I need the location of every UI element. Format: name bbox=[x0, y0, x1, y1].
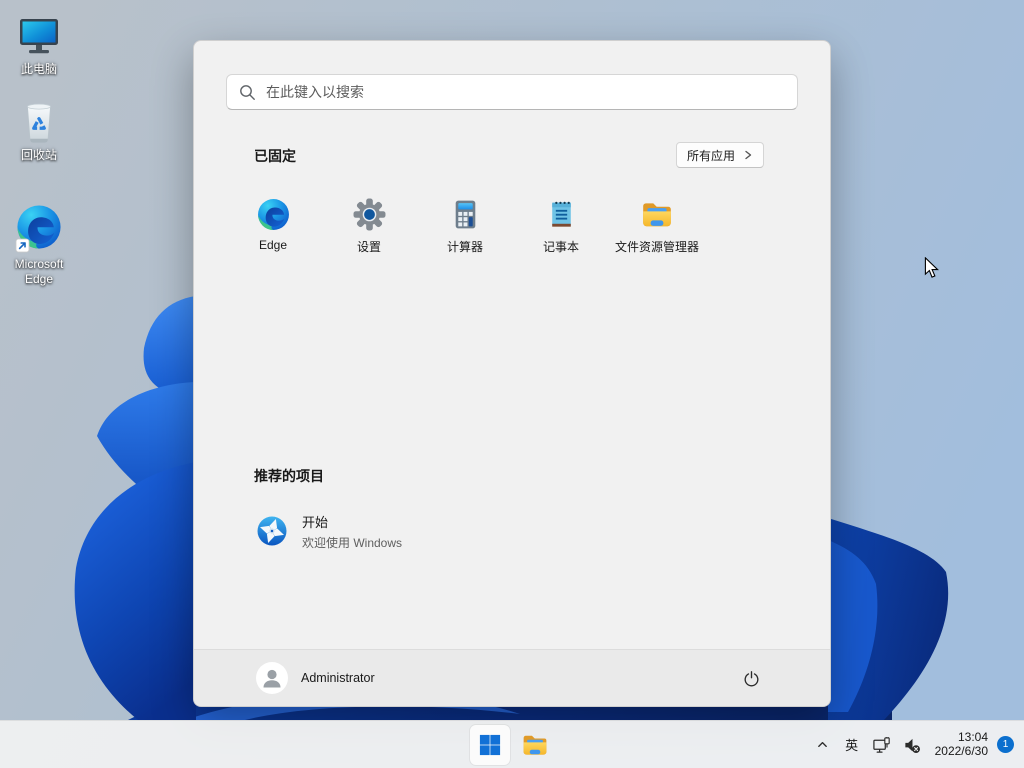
ethernet-icon bbox=[873, 736, 890, 753]
user-account-button[interactable]: Administrator bbox=[256, 662, 375, 694]
ime-label: 英 bbox=[845, 738, 859, 753]
volume-button[interactable] bbox=[897, 725, 927, 765]
recommended-item-title: 开始 bbox=[302, 514, 329, 530]
desktop-icon-label: 此电脑 bbox=[20, 62, 57, 76]
recommended-item-get-started[interactable]: 开始 欢迎使用 Windows bbox=[246, 502, 576, 560]
all-apps-label: 所有应用 bbox=[686, 148, 735, 163]
this-pc-icon bbox=[15, 12, 63, 60]
taskbar: 英 13:04 2022/6/30 1 bbox=[0, 720, 1024, 768]
recycle-bin-icon bbox=[15, 98, 63, 146]
network-button[interactable] bbox=[867, 725, 897, 765]
system-tray: 英 13:04 2022/6/30 1 bbox=[809, 721, 1014, 768]
search-input[interactable] bbox=[266, 84, 785, 100]
pinned-section-title: 已固定 bbox=[254, 148, 296, 164]
folder-icon bbox=[521, 732, 549, 757]
clock-date: 2022/6/30 bbox=[934, 743, 988, 758]
app-label: Edge bbox=[258, 238, 288, 252]
app-label: 设置 bbox=[356, 240, 381, 254]
desktop-icon-label: 回收站 bbox=[20, 148, 57, 162]
app-label: 记事本 bbox=[542, 240, 579, 254]
power-button[interactable] bbox=[734, 661, 768, 695]
app-tile-settings[interactable]: 设置 bbox=[321, 187, 417, 273]
desktop-icon-microsoft-edge[interactable]: Microsoft Edge bbox=[1, 203, 77, 287]
app-tile-calculator[interactable]: 计算器 bbox=[417, 187, 513, 273]
start-menu: 已固定 所有应用 Edge bbox=[193, 40, 831, 707]
calculator-icon bbox=[448, 197, 482, 231]
chevron-up-icon bbox=[818, 741, 827, 748]
tray-expand-button[interactable] bbox=[809, 725, 837, 765]
all-apps-button[interactable]: 所有应用 bbox=[675, 142, 764, 168]
pinned-apps-grid: Edge 设置 计算器 记事本 文件资源管理器 bbox=[225, 187, 705, 273]
edge-icon bbox=[15, 203, 63, 255]
app-tile-notepad[interactable]: 记事本 bbox=[513, 187, 609, 273]
power-icon bbox=[744, 670, 758, 686]
file-explorer-icon bbox=[640, 197, 674, 231]
edge-icon bbox=[256, 197, 290, 231]
start-menu-user-bar: Administrator bbox=[194, 649, 830, 706]
app-tile-file-explorer[interactable]: 文件资源管理器 bbox=[609, 187, 705, 273]
clock-time: 13:04 bbox=[957, 730, 988, 744]
windows-logo-icon bbox=[479, 734, 500, 755]
desktop: 此电脑 回收站 Microsoft Edge 在此键入以搜索 已固定 所有应用 … bbox=[0, 0, 1024, 768]
search-icon bbox=[240, 84, 255, 100]
desktop-icon-this-pc[interactable]: 此电脑 bbox=[1, 12, 77, 77]
notification-badge[interactable]: 1 bbox=[997, 736, 1014, 753]
ime-indicator[interactable]: 英 bbox=[837, 725, 867, 765]
search-box[interactable] bbox=[226, 74, 798, 110]
desktop-icon-recycle-bin[interactable]: 回收站 bbox=[1, 98, 77, 163]
taskbar-file-explorer-button[interactable] bbox=[515, 725, 555, 765]
get-started-icon bbox=[257, 516, 287, 546]
volume-muted-icon bbox=[904, 738, 920, 753]
user-name: Administrator bbox=[301, 671, 375, 685]
settings-gear-icon bbox=[352, 197, 386, 231]
notification-count: 1 bbox=[1002, 739, 1009, 750]
chevron-right-icon bbox=[745, 150, 752, 160]
taskbar-clock[interactable]: 13:04 2022/6/30 bbox=[934, 730, 988, 758]
app-label: 计算器 bbox=[446, 240, 483, 254]
app-label: 文件资源管理器 bbox=[614, 240, 699, 254]
recommended-item-subtitle: 欢迎使用 Windows bbox=[302, 535, 403, 550]
avatar bbox=[256, 662, 288, 694]
app-tile-edge[interactable]: Edge bbox=[225, 187, 321, 273]
notepad-icon bbox=[544, 197, 578, 231]
desktop-icon-label: Microsoft Edge bbox=[14, 257, 64, 286]
start-button[interactable] bbox=[469, 724, 510, 765]
recommended-section-title: 推荐的项目 bbox=[254, 468, 324, 484]
